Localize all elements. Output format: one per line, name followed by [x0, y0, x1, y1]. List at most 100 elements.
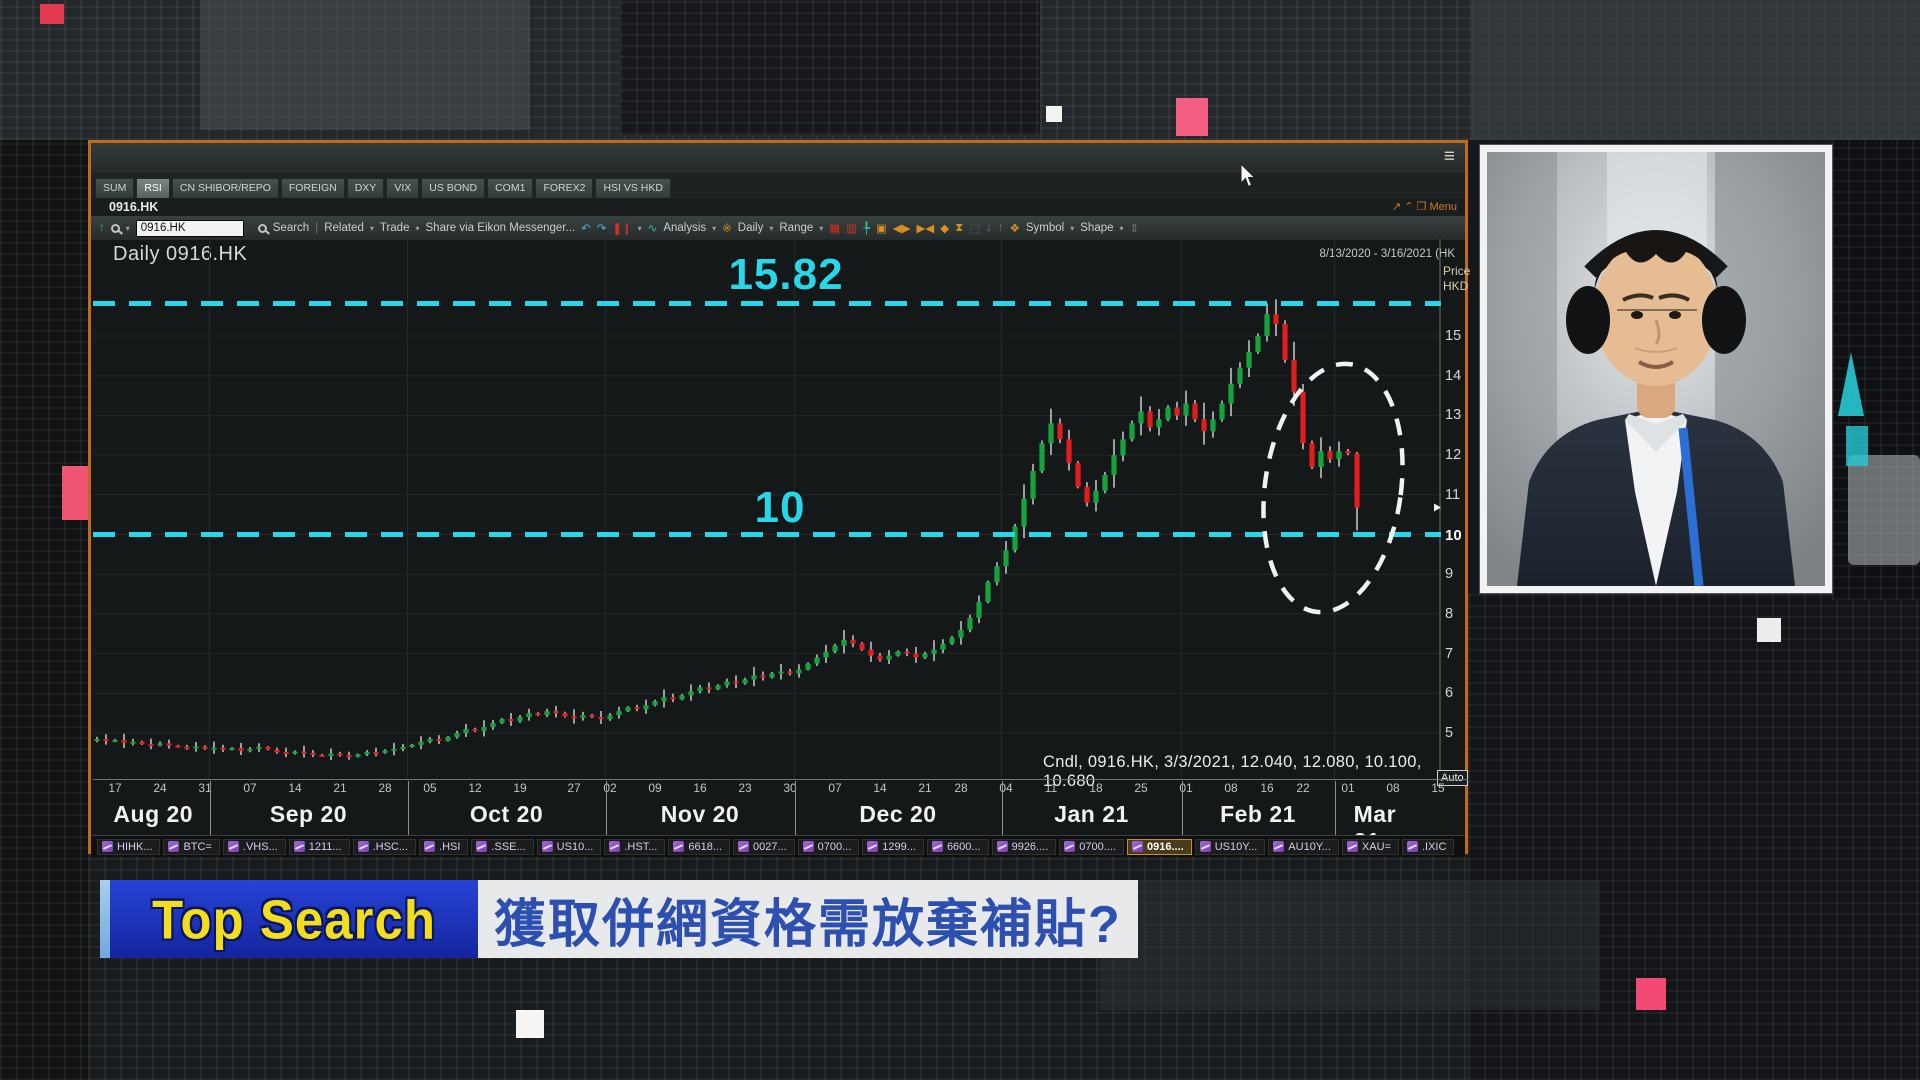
banner-headline: 獲取併網資格需放棄補貼? [494, 882, 1122, 957]
ticker-item[interactable]: AU10Y... [1268, 839, 1339, 855]
search-button[interactable]: Search [273, 222, 309, 234]
annotation-10: 10 [755, 483, 806, 533]
symbol-dropdown-icon[interactable]: ▾ [126, 224, 130, 233]
ticker-label: .VHS... [243, 841, 278, 853]
up-icon2[interactable]: ↑ [998, 222, 1004, 234]
ticker-item[interactable]: BTC= [163, 839, 219, 855]
day-tick-label: 07 [243, 781, 256, 795]
price-tick-label: 11 [1445, 487, 1460, 503]
tab-dxy[interactable]: DXY [347, 178, 385, 198]
note-icon[interactable]: ▣ [876, 221, 887, 235]
ticker-item[interactable]: 9926.... [992, 839, 1057, 855]
zoom-out-icon[interactable]: ◀▶ [893, 221, 911, 235]
compare-icon[interactable]: ※ [722, 221, 732, 235]
quote-search-icon[interactable] [111, 224, 120, 233]
tab-forex2[interactable]: FOREX2 [535, 178, 593, 198]
month-label: Feb 21 [1220, 801, 1296, 828]
marker-icon[interactable]: ◆ [940, 221, 949, 235]
bg-building [1470, 0, 1920, 140]
chart-thumb-icon[interactable]: ▦ [829, 221, 840, 235]
ticker-item[interactable]: 0916.... [1127, 839, 1192, 855]
pan-icon[interactable]: ⬚ [969, 221, 980, 235]
tab-sum[interactable]: SUM [95, 178, 134, 198]
banner-headline-box: 獲取併網資格需放棄補貼? [478, 880, 1138, 958]
ticker-item[interactable]: .SSE... [471, 839, 533, 855]
chart-thumb-icon[interactable]: ▥ [846, 221, 857, 235]
tab-hsi-vs-hkd[interactable]: HSI VS HKD [595, 178, 671, 198]
day-tick-label: 12 [468, 781, 481, 795]
ticker-item[interactable]: 1211... [289, 839, 350, 855]
banner-accent-stripe [100, 880, 110, 958]
ticker-item[interactable]: HIHK... [97, 839, 160, 855]
tab-cn-shibor-repo[interactable]: CN SHIBOR/REPO [172, 178, 279, 198]
trade-button[interactable]: Trade [380, 222, 410, 234]
ticker-item[interactable]: 0027... [733, 839, 795, 855]
undo-icon[interactable]: ↶ [581, 221, 591, 235]
price-tick-label: 13 [1445, 407, 1461, 423]
accent-square-white [1046, 106, 1062, 122]
x-axis-day-ticks: 1724310714212805121927020916233007142128… [91, 781, 1465, 799]
ticker-item[interactable]: 6618... [668, 839, 730, 855]
down-icon[interactable]: ↓ [986, 222, 992, 234]
accent-square-white [1757, 618, 1781, 642]
mini-chart-icon [424, 841, 435, 852]
ticker-item[interactable]: XAU= [1342, 839, 1399, 855]
mini-chart-icon [476, 841, 487, 852]
tab-foreign[interactable]: FOREIGN [281, 178, 345, 198]
ticker-item[interactable]: US10Y... [1195, 839, 1266, 855]
search-icon [258, 224, 267, 233]
ticker-item[interactable]: .HSC... [353, 839, 416, 855]
ticker-label: XAU= [1362, 841, 1391, 853]
banner-title: Top Search [152, 887, 436, 951]
candle-style-icon[interactable]: ❚❙ [612, 221, 631, 235]
chart-area[interactable]: Daily 0916.HK 8/13/2020 - 3/16/2021 (HK … [91, 240, 1465, 835]
zoom-in-icon[interactable]: ▶◀ [917, 221, 935, 235]
day-tick-label: 16 [1260, 781, 1273, 795]
up-arrow-icon[interactable]: ↑ [99, 222, 105, 234]
mini-chart-icon [1273, 841, 1284, 852]
ticker-label: 1211... [309, 841, 342, 853]
bg-building [620, 0, 1040, 135]
ticker-item[interactable]: .VHS... [223, 839, 286, 855]
analysis-button[interactable]: Analysis [663, 222, 706, 234]
ticker-item[interactable]: .HST... [604, 839, 665, 855]
price-tick-label: 9 [1445, 566, 1453, 582]
interval-button[interactable]: Daily [738, 222, 764, 234]
window-controls[interactable]: ↗ ⌃ ❒ Menu [1392, 200, 1457, 213]
ticker-item[interactable]: 0700... [798, 839, 860, 855]
symbol-button[interactable]: Symbol [1026, 222, 1064, 234]
crosshair-icon[interactable]: ╄ [863, 221, 870, 235]
price-tick-label: 14 [1445, 368, 1461, 384]
ticker-item[interactable]: 6600... [927, 839, 989, 855]
share-messenger-button[interactable]: Share via Eikon Messenger... [426, 222, 576, 234]
collapse-icon[interactable]: ⌃ [1404, 201, 1413, 213]
month-separator [606, 781, 607, 835]
ticker-item[interactable]: .IXIC [1402, 839, 1454, 855]
tab-vix[interactable]: VIX [386, 178, 419, 198]
ticker-item[interactable]: .HSI [419, 839, 468, 855]
shape-button[interactable]: Shape [1080, 222, 1113, 234]
ticker-item[interactable]: 1299... [862, 839, 924, 855]
related-button[interactable]: Related [324, 222, 364, 234]
hamburger-menu-icon[interactable]: ≡ [1444, 147, 1455, 166]
hourglass-icon[interactable]: ⧗ [955, 222, 963, 235]
menu-label[interactable]: Menu [1429, 201, 1457, 213]
day-tick-label: 01 [1341, 781, 1354, 795]
webcam-panel [1480, 145, 1832, 593]
price-axis-unit: PriceHKD [1443, 264, 1470, 294]
symbol-input[interactable] [136, 220, 244, 237]
ticker-item[interactable]: 0700.... [1059, 839, 1124, 855]
month-separator [1182, 781, 1183, 835]
tab-us-bond[interactable]: US BOND [421, 178, 485, 198]
tab-rsi[interactable]: RSI [136, 178, 170, 198]
mini-chart-icon [932, 841, 943, 852]
redo-icon[interactable]: ↷ [597, 221, 607, 235]
tab-com1[interactable]: COM1 [487, 178, 533, 198]
mini-chart-icon [358, 841, 369, 852]
expand-icon[interactable]: ⇕ [1130, 221, 1140, 235]
popout-icon[interactable]: ↗ [1392, 201, 1401, 213]
month-label: Dec 20 [859, 801, 936, 828]
ticker-item[interactable]: US10... [537, 839, 602, 855]
range-button[interactable]: Range [779, 222, 813, 234]
window-icon[interactable]: ❒ [1417, 201, 1427, 213]
